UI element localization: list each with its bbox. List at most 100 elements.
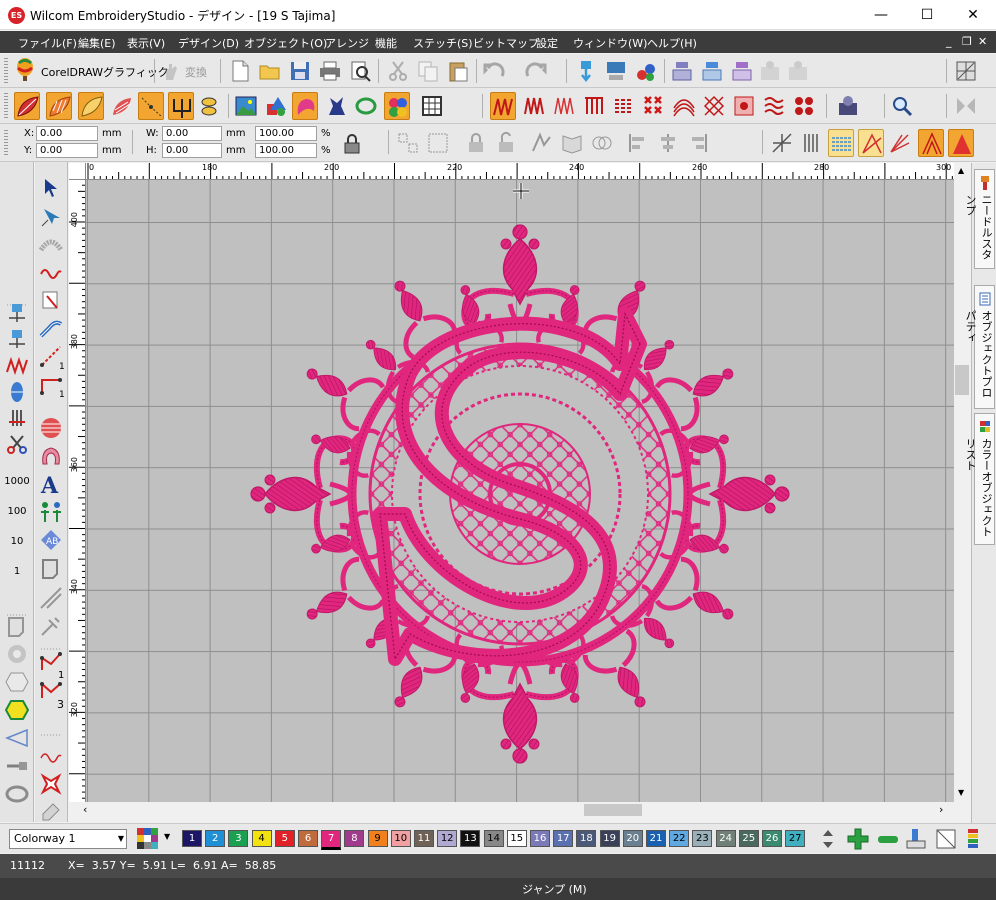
menu-window[interactable]: ウィンドウ(W) bbox=[573, 35, 647, 51]
transparent-color-icon[interactable] bbox=[934, 827, 958, 851]
travel-100-label[interactable]: 100 bbox=[2, 506, 32, 517]
menu-help[interactable]: ヘルプ(H) bbox=[647, 35, 697, 51]
mdi-close-button[interactable]: ✕ bbox=[978, 35, 987, 48]
coreldraw-graphics-label[interactable]: CorelDRAWグラフィック bbox=[41, 64, 169, 80]
color-swatch[interactable]: 15 bbox=[506, 830, 527, 847]
travel-first-icon[interactable] bbox=[5, 302, 29, 326]
color-swatch[interactable]: 8 bbox=[344, 830, 365, 847]
scroll-left-icon[interactable]: ‹ bbox=[83, 803, 87, 816]
toolbar-grip[interactable] bbox=[4, 130, 8, 156]
fill-holes-icon[interactable] bbox=[5, 642, 29, 666]
stitch-angle-icon[interactable] bbox=[770, 131, 794, 155]
column-b-icon[interactable] bbox=[39, 316, 63, 340]
complex-fill-icon[interactable] bbox=[39, 416, 63, 440]
menu-file[interactable]: ファイル(F) bbox=[18, 35, 77, 51]
add-color-icon[interactable] bbox=[846, 827, 870, 851]
scale-x-field[interactable]: 100.00 bbox=[255, 126, 317, 141]
convert-hand-icon[interactable] bbox=[160, 60, 182, 82]
tab-object-properties[interactable]: オブジェクトプロパティ bbox=[964, 285, 995, 409]
chevron-down-icon[interactable]: ▼ bbox=[118, 830, 124, 848]
travel-color-icon[interactable] bbox=[5, 328, 29, 352]
short-stitch-icon[interactable] bbox=[948, 129, 974, 157]
lettering-icon[interactable]: A bbox=[39, 472, 63, 499]
undo-icon[interactable] bbox=[482, 59, 506, 83]
color-swatch[interactable]: 6 bbox=[298, 830, 318, 847]
underlay-icon[interactable] bbox=[828, 129, 854, 157]
menu-functions[interactable]: 機能 bbox=[375, 35, 397, 51]
connect-icon[interactable] bbox=[786, 59, 810, 83]
paste-icon[interactable] bbox=[446, 59, 470, 83]
knife-icon[interactable] bbox=[39, 586, 63, 610]
height-field[interactable]: 0.00 bbox=[162, 143, 222, 158]
x-position-field[interactable]: 0.00 bbox=[36, 126, 98, 141]
mirror-icon[interactable] bbox=[954, 94, 978, 118]
remove-color-icon[interactable] bbox=[876, 830, 900, 848]
star-icon[interactable] bbox=[39, 772, 63, 796]
contour-stitch-icon[interactable] bbox=[672, 94, 696, 118]
scale-y-field[interactable]: 100.00 bbox=[255, 143, 317, 158]
stitch-spacing-icon[interactable] bbox=[800, 131, 824, 155]
travel-stitch-icon[interactable] bbox=[5, 354, 29, 378]
run-stitch-icon[interactable] bbox=[39, 260, 63, 284]
tatami-stitch-icon[interactable] bbox=[612, 94, 636, 118]
copy-icon[interactable] bbox=[416, 59, 440, 83]
e-stitch-icon[interactable] bbox=[552, 94, 576, 118]
needle-icon[interactable] bbox=[5, 754, 29, 778]
menu-object[interactable]: オブジェクト(O) bbox=[244, 35, 327, 51]
color-swatch[interactable]: 12 bbox=[437, 830, 458, 847]
pattern-fill-icon[interactable] bbox=[732, 94, 756, 118]
scroll-right-icon[interactable]: › bbox=[939, 803, 943, 816]
export-machine-icon[interactable] bbox=[604, 59, 628, 83]
fractional-spacing-icon[interactable] bbox=[888, 131, 912, 155]
color-swatch[interactable]: 7 bbox=[321, 830, 342, 850]
input-a-icon[interactable] bbox=[138, 92, 164, 120]
vertical-scroll-thumb[interactable] bbox=[955, 365, 969, 395]
picture-icon[interactable] bbox=[234, 94, 258, 118]
horizontal-scroll-thumb[interactable] bbox=[584, 804, 642, 816]
zoom-icon[interactable] bbox=[890, 94, 914, 118]
width-field[interactable]: 0.00 bbox=[162, 126, 222, 141]
color-swatch[interactable]: 4 bbox=[251, 830, 272, 847]
save-icon[interactable] bbox=[288, 59, 312, 83]
color-list-icon[interactable] bbox=[964, 827, 988, 851]
menu-bitmap[interactable]: ビットマップ bbox=[473, 35, 539, 51]
stamp-icon[interactable] bbox=[39, 614, 63, 638]
import-machine-icon[interactable] bbox=[574, 59, 598, 83]
travel-function-icon[interactable] bbox=[5, 406, 29, 430]
travel-1-label[interactable]: 1 bbox=[2, 566, 32, 577]
color-swatch[interactable]: 23 bbox=[692, 830, 713, 847]
ungroup-icon[interactable] bbox=[426, 131, 450, 155]
grid-toggle-icon[interactable] bbox=[954, 59, 978, 83]
mdi-restore-button[interactable]: ❐ bbox=[962, 35, 972, 48]
wreath-icon[interactable] bbox=[354, 94, 378, 118]
align-right-icon[interactable] bbox=[686, 131, 710, 155]
motif-fill-icon[interactable] bbox=[762, 94, 786, 118]
color-swatch[interactable]: 24 bbox=[715, 830, 736, 847]
mdi-minimize-button[interactable]: _ bbox=[946, 35, 952, 48]
color-swatch[interactable]: 1 bbox=[182, 830, 202, 847]
leaf-fill-icon[interactable] bbox=[14, 92, 40, 120]
fish-motif-icon[interactable] bbox=[198, 94, 222, 118]
machine-settings-icon[interactable] bbox=[700, 59, 724, 83]
ruler-corner[interactable] bbox=[69, 163, 86, 180]
grid-icon[interactable] bbox=[420, 94, 444, 118]
color-swatch[interactable]: 5 bbox=[274, 830, 295, 847]
hoop-icon[interactable] bbox=[5, 782, 29, 806]
tatami-leaf-icon[interactable] bbox=[110, 94, 134, 118]
color-swatch[interactable]: 11 bbox=[414, 830, 434, 847]
hexagon-icon[interactable] bbox=[5, 670, 29, 694]
pull-compensation-icon[interactable] bbox=[858, 129, 884, 157]
arc-icon[interactable] bbox=[38, 232, 64, 256]
design-library-icon[interactable] bbox=[670, 59, 694, 83]
new-file-icon[interactable] bbox=[228, 59, 252, 83]
minimize-button[interactable]: — bbox=[858, 0, 904, 30]
team-names-icon[interactable] bbox=[39, 500, 63, 524]
coreldraw-balloon-icon[interactable] bbox=[14, 58, 36, 82]
menu-view[interactable]: 表示(V) bbox=[127, 35, 165, 51]
trapunto-stitch-icon[interactable] bbox=[702, 94, 726, 118]
y-position-field[interactable]: 0.00 bbox=[36, 143, 98, 158]
column-a-icon[interactable] bbox=[39, 288, 63, 312]
lock-icon[interactable] bbox=[464, 131, 488, 155]
book-icon[interactable] bbox=[560, 131, 584, 155]
backstitch-icon[interactable] bbox=[39, 744, 63, 768]
